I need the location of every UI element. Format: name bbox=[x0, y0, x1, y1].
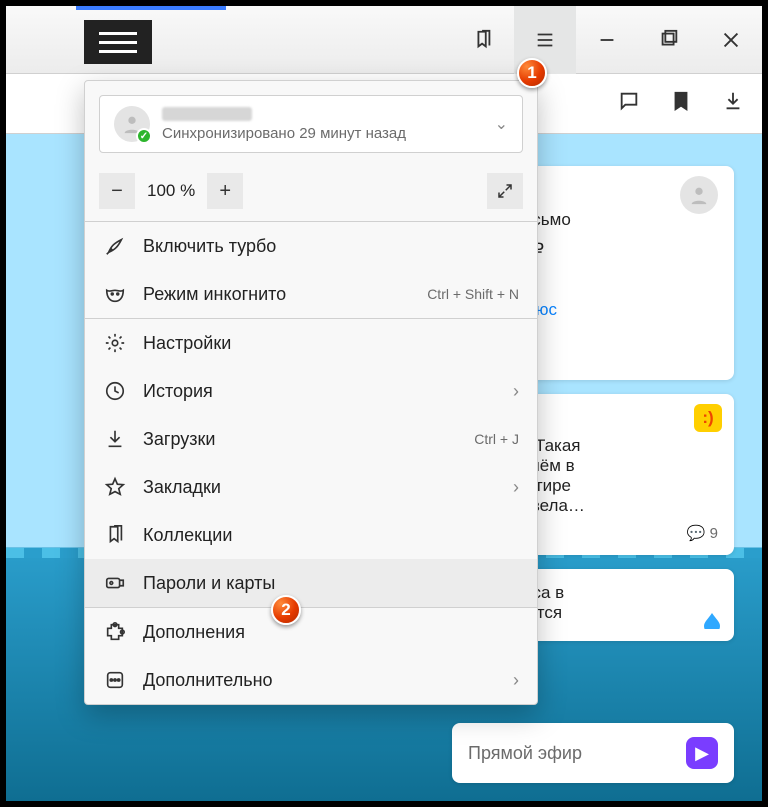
fullscreen-icon bbox=[496, 182, 514, 200]
menu-item-passwords[interactable]: Пароли и карты bbox=[85, 559, 537, 607]
callout-marker-2: 2 bbox=[271, 595, 301, 625]
menu-item-label: Дополнительно bbox=[143, 670, 273, 691]
mask-icon bbox=[103, 282, 127, 306]
menu-item-more[interactable]: Дополнительно › bbox=[85, 656, 537, 704]
key-card-icon bbox=[103, 571, 127, 595]
minimize-icon bbox=[596, 29, 618, 51]
chevron-right-icon: › bbox=[513, 670, 519, 691]
zoom-in-button[interactable]: + bbox=[207, 173, 243, 209]
close-icon bbox=[720, 29, 742, 51]
maximize-icon bbox=[658, 29, 680, 51]
active-tab-indicator bbox=[76, 6, 226, 10]
live-service-icon: ▶ bbox=[686, 737, 718, 769]
sync-status-text: Синхронизировано 29 минут назад bbox=[162, 125, 483, 142]
post-comment-count: 9 bbox=[710, 525, 718, 542]
download-icon bbox=[722, 90, 744, 112]
avatar bbox=[680, 176, 718, 214]
gear-icon bbox=[103, 331, 127, 355]
menu-item-label: Режим инкогнито bbox=[143, 284, 286, 305]
download-icon bbox=[103, 427, 127, 451]
bookmark-stack-icon bbox=[472, 29, 494, 51]
tab-menu-button[interactable] bbox=[84, 20, 152, 64]
chevron-right-icon: › bbox=[513, 381, 519, 402]
main-menu-panel: ✓ Синхронизировано 29 минут назад ⌄ − 10… bbox=[84, 80, 538, 705]
menu-item-label: Дополнения bbox=[143, 622, 245, 643]
puzzle-icon bbox=[103, 620, 127, 644]
sync-ok-icon: ✓ bbox=[136, 128, 152, 144]
menu-shortcut: Ctrl + J bbox=[474, 431, 519, 447]
window-maximize-button[interactable] bbox=[638, 6, 700, 74]
menu-item-downloads[interactable]: Загрузки Ctrl + J bbox=[85, 415, 537, 463]
menu-item-history[interactable]: История › bbox=[85, 367, 537, 415]
menu-item-label: Пароли и карты bbox=[143, 573, 275, 594]
window-minimize-button[interactable] bbox=[576, 6, 638, 74]
sync-account-box[interactable]: ✓ Синхронизировано 29 минут назад ⌄ bbox=[99, 95, 523, 153]
more-icon bbox=[103, 668, 127, 692]
menu-item-collections[interactable]: Коллекции bbox=[85, 511, 537, 559]
account-name-blurred bbox=[162, 107, 252, 121]
menu-item-label: Коллекции bbox=[143, 525, 232, 546]
menu-item-turbo[interactable]: Включить турбо bbox=[85, 222, 537, 270]
service-badge-icon: :) bbox=[694, 404, 722, 432]
clock-icon bbox=[103, 379, 127, 403]
live-stream-row[interactable]: Прямой эфир ▶ bbox=[452, 723, 734, 783]
menu-item-label: Закладки bbox=[143, 477, 221, 498]
zoom-controls: − 100 % + bbox=[85, 161, 537, 221]
bookmark-all-button[interactable] bbox=[452, 6, 514, 74]
menu-item-incognito[interactable]: Режим инкогнито Ctrl + Shift + N bbox=[85, 270, 537, 318]
bookmark-button[interactable] bbox=[670, 90, 692, 117]
menu-shortcut: Ctrl + Shift + N bbox=[427, 286, 519, 302]
hamburger-icon bbox=[534, 29, 556, 51]
collections-icon bbox=[103, 523, 127, 547]
window-close-button[interactable] bbox=[700, 6, 762, 74]
chevron-right-icon: › bbox=[513, 477, 519, 498]
menu-item-label: История bbox=[143, 381, 213, 402]
zoom-out-button[interactable]: − bbox=[99, 173, 135, 209]
star-icon bbox=[103, 475, 127, 499]
rocket-icon bbox=[103, 234, 127, 258]
menu-item-addons[interactable]: Дополнения bbox=[85, 608, 537, 656]
chevron-down-icon: ⌄ bbox=[495, 114, 508, 134]
avatar: ✓ bbox=[114, 106, 150, 142]
live-label: Прямой эфир bbox=[468, 743, 582, 764]
menu-item-bookmarks[interactable]: Закладки › bbox=[85, 463, 537, 511]
bookmark-icon bbox=[670, 90, 692, 112]
fullscreen-button[interactable] bbox=[487, 173, 523, 209]
comments-button[interactable] bbox=[618, 90, 640, 117]
menu-item-label: Включить турбо bbox=[143, 236, 276, 257]
zoom-value: 100 % bbox=[145, 181, 197, 201]
downloads-button[interactable] bbox=[722, 90, 744, 117]
comment-icon bbox=[618, 90, 640, 112]
menu-item-settings[interactable]: Настройки bbox=[85, 319, 537, 367]
callout-marker-1: 1 bbox=[517, 58, 547, 88]
window-titlebar bbox=[6, 6, 762, 74]
menu-item-label: Настройки bbox=[143, 333, 231, 354]
menu-item-label: Загрузки bbox=[143, 429, 215, 450]
